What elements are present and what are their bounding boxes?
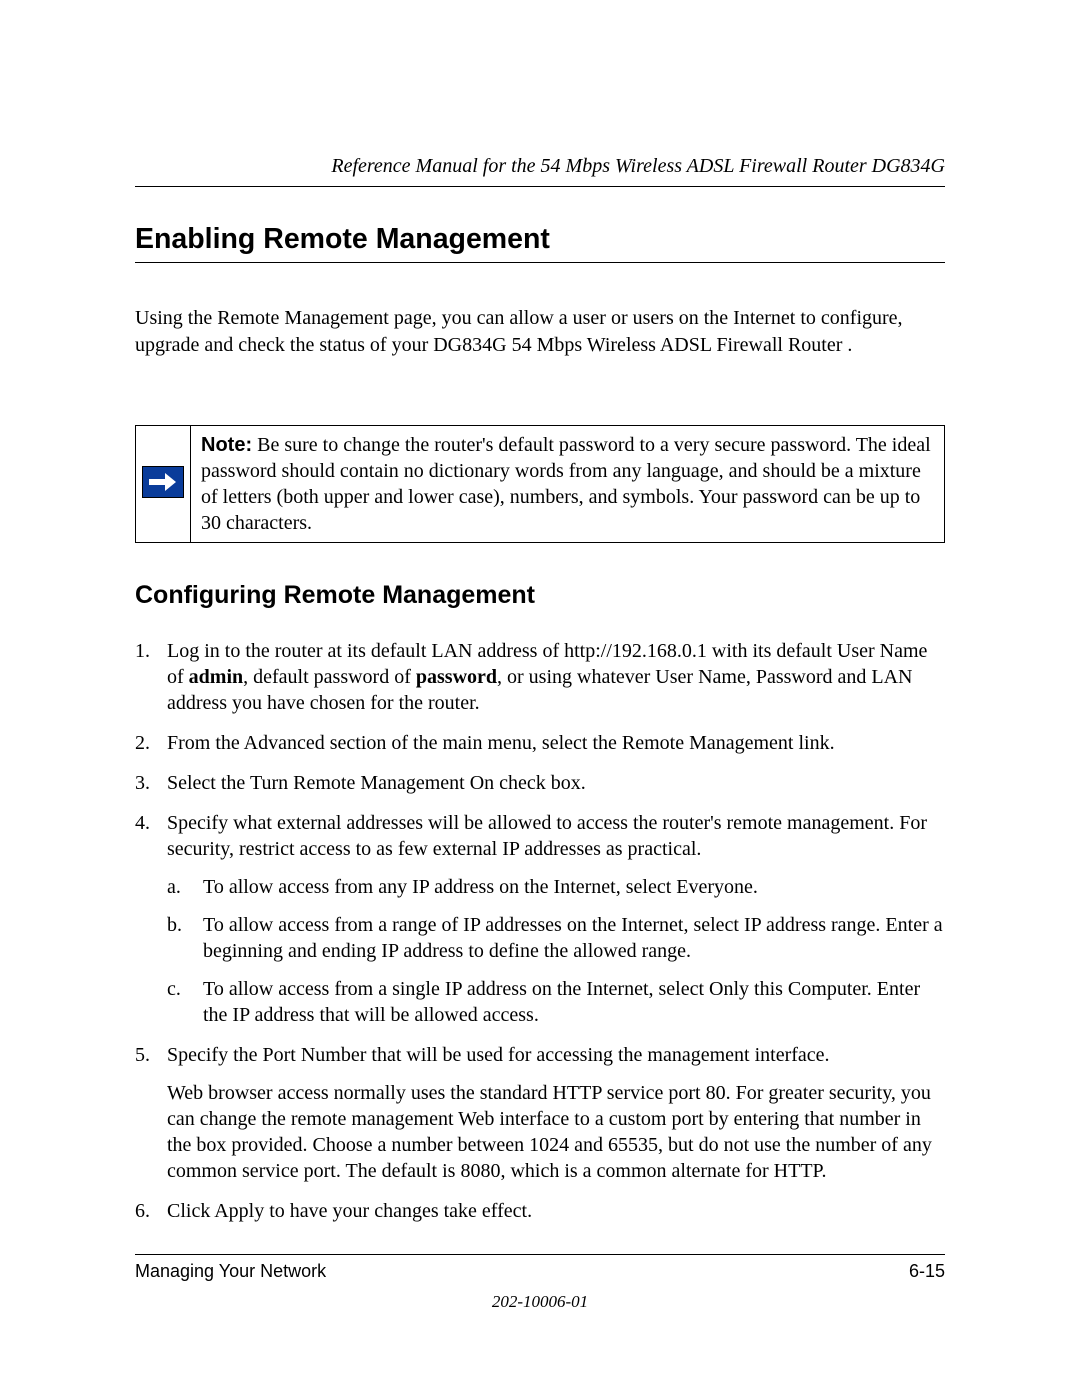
running-header: Reference Manual for the 54 Mbps Wireles… — [135, 155, 945, 187]
footer-rule — [135, 1254, 945, 1255]
step-4a: To allow access from any IP address on t… — [167, 874, 945, 900]
step-1: Log in to the router at its default LAN … — [135, 638, 945, 716]
subsection-title: Configuring Remote Management — [135, 581, 945, 610]
step-1-admin: admin — [189, 666, 243, 688]
step-5-text: Specify the Port Number that will be use… — [167, 1044, 830, 1066]
step-3: Select the Turn Remote Management On che… — [135, 770, 945, 796]
note-icon-cell — [136, 426, 191, 543]
intro-paragraph: Using the Remote Management page, you ca… — [135, 305, 945, 359]
step-4: Specify what external addresses will be … — [135, 810, 945, 1028]
section-title: Enabling Remote Management — [135, 223, 945, 263]
note-body: Be sure to change the router's default p… — [201, 434, 931, 534]
step-2: From the Advanced section of the main me… — [135, 730, 945, 756]
note-text: Note: Be sure to change the router's def… — [191, 426, 945, 543]
step-5-paragraph: Web browser access normally uses the sta… — [167, 1080, 945, 1184]
step-6: Click Apply to have your changes take ef… — [135, 1198, 945, 1224]
step-4c: To allow access from a single IP address… — [167, 976, 945, 1028]
step-4b: To allow access from a range of IP addre… — [167, 912, 945, 964]
note-box: Note: Be sure to change the router's def… — [135, 425, 945, 543]
step-4-text: Specify what external addresses will be … — [167, 812, 927, 860]
footer-right: 6-15 — [909, 1261, 945, 1282]
footer-line: Managing Your Network 6-15 — [135, 1261, 945, 1282]
doc-number: 202-10006-01 — [135, 1292, 945, 1312]
note-label: Note: — [201, 434, 252, 456]
step-1-password: password — [416, 666, 497, 688]
step-5: Specify the Port Number that will be use… — [135, 1042, 945, 1184]
step-1-text-c: , default password of — [243, 666, 416, 688]
steps-list: Log in to the router at its default LAN … — [135, 638, 945, 1224]
footer-left: Managing Your Network — [135, 1261, 326, 1282]
arrow-right-icon — [142, 466, 184, 498]
page: Reference Manual for the 54 Mbps Wireles… — [0, 0, 1080, 1397]
step-4-substeps: To allow access from any IP address on t… — [167, 874, 945, 1028]
